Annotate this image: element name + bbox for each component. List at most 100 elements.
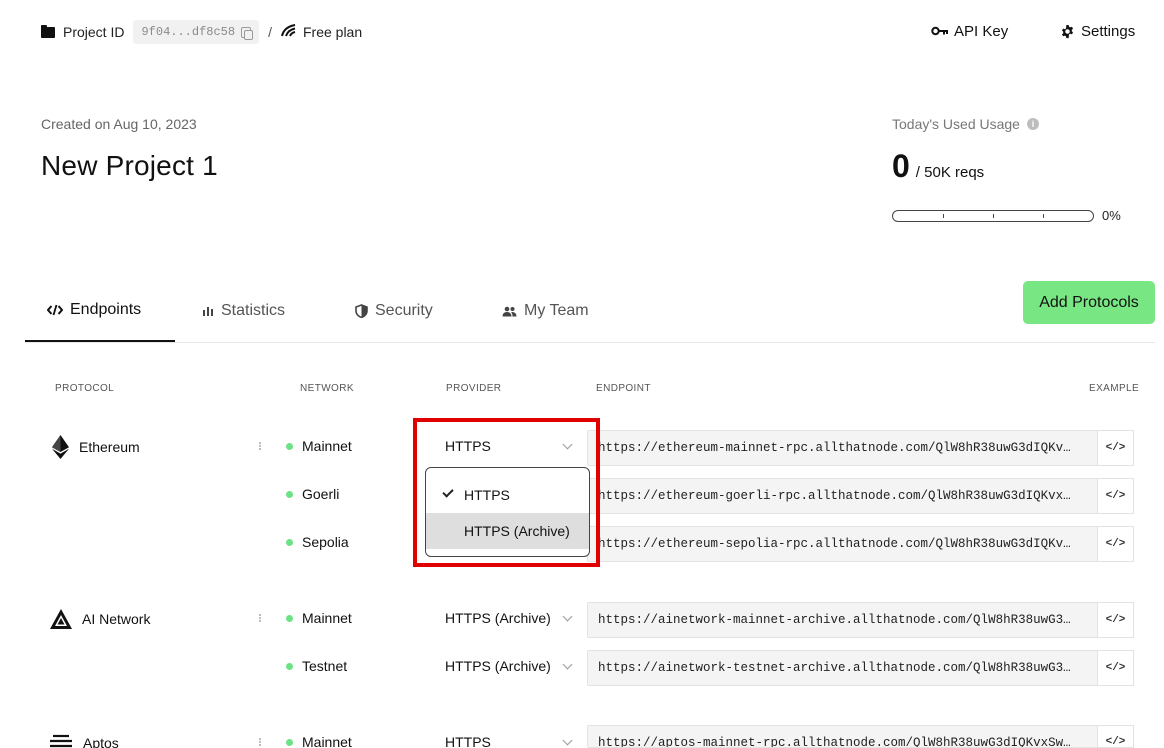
aptos-icon <box>49 733 73 748</box>
provider-value: HTTPS (Archive) <box>445 610 551 626</box>
usage-label-group: Today's Used Usage i <box>892 116 1039 132</box>
option-label: HTTPS <box>464 487 510 503</box>
example-button[interactable]: </> <box>1098 725 1134 748</box>
status-dot <box>286 662 293 670</box>
plan-icon <box>281 24 296 40</box>
status-dot <box>286 442 293 450</box>
breadcrumb-separator: / <box>268 24 272 40</box>
check-icon <box>442 486 454 498</box>
chevron-down-icon <box>562 735 573 745</box>
project-id-value: 9f04...df8c58 <box>141 25 236 39</box>
status-dot <box>286 614 293 622</box>
column-header-provider: PROVIDER <box>446 383 502 394</box>
code-icon <box>47 304 63 316</box>
usage-value: 0 / 50K reqs <box>892 148 984 185</box>
progress-tick <box>1043 214 1044 218</box>
tab-statistics[interactable]: Statistics <box>202 280 285 342</box>
provider-select[interactable]: HTTPS (Archive) <box>445 658 575 674</box>
project-id-chip[interactable]: 9f04...df8c58 <box>133 20 260 44</box>
provider-value: HTTPS <box>445 438 491 454</box>
dropdown-option-https[interactable]: HTTPS <box>426 477 589 513</box>
protocol-name: Ethereum <box>79 439 140 455</box>
plan-label[interactable]: Free plan <box>303 24 362 40</box>
endpoint-url: https://ainetwork-testnet-archive.alltha… <box>598 661 1076 675</box>
network-cell: Goerli <box>286 486 339 502</box>
chevron-down-icon <box>562 439 573 449</box>
usage-progress-bar <box>892 210 1094 222</box>
network-name: Mainnet <box>302 438 352 454</box>
team-icon <box>502 306 517 317</box>
protocol-name: AI Network <box>82 611 151 627</box>
status-dot <box>286 738 293 746</box>
provider-dropdown-menu: HTTPS HTTPS (Archive) <box>425 467 590 557</box>
example-button[interactable]: </> <box>1098 430 1134 466</box>
tab-my-team[interactable]: My Team <box>502 280 589 342</box>
endpoint-field[interactable]: https://ainetwork-mainnet-archive.alltha… <box>587 602 1098 638</box>
ai-network-icon <box>50 609 72 629</box>
network-name: Sepolia <box>302 534 349 550</box>
endpoint-field[interactable]: https://aptos-mainnet-rpc.allthatnode.co… <box>587 725 1098 748</box>
project-id-label: Project ID <box>63 24 125 40</box>
example-button[interactable]: </> <box>1098 602 1134 638</box>
example-button[interactable]: </> <box>1098 478 1134 514</box>
provider-select[interactable]: HTTPS (Archive) <box>445 610 575 626</box>
network-cell: Mainnet <box>286 734 352 748</box>
endpoint-field[interactable]: https://ethereum-sepolia-rpc.allthatnode… <box>587 526 1098 562</box>
status-dot <box>286 538 293 546</box>
tab-label: Security <box>375 302 433 319</box>
protocol-name: Aptos <box>83 735 119 748</box>
progress-tick <box>943 214 944 218</box>
tab-label: My Team <box>524 302 589 319</box>
tab-label: Statistics <box>221 302 286 319</box>
shield-icon <box>355 304 368 318</box>
option-label: HTTPS (Archive) <box>464 523 570 539</box>
network-cell: Mainnet <box>286 610 352 626</box>
example-button[interactable]: </> <box>1098 650 1134 686</box>
top-bar: Project ID 9f04...df8c58 / Free plan API… <box>0 0 1164 64</box>
page-title: New Project 1 <box>41 150 218 181</box>
settings-label: Settings <box>1081 22 1136 40</box>
network-cell: Testnet <box>286 658 347 674</box>
chevron-down-icon <box>562 659 573 669</box>
network-name: Goerli <box>302 486 340 502</box>
info-icon[interactable]: i <box>1026 118 1039 130</box>
key-icon <box>931 26 948 36</box>
tab-security[interactable]: Security <box>355 280 433 342</box>
project-id-group: Project ID 9f04...df8c58 / Free plan <box>41 20 362 44</box>
dropdown-option-https-archive[interactable]: HTTPS (Archive) <box>426 513 589 549</box>
endpoint-field[interactable]: https://ethereum-mainnet-rpc.allthatnode… <box>587 430 1098 466</box>
folder-icon <box>41 24 55 38</box>
settings-button[interactable]: Settings <box>1060 20 1135 42</box>
gear-icon <box>1061 24 1074 38</box>
endpoint-field[interactable]: https://ethereum-goerli-rpc.allthatnode.… <box>587 478 1098 514</box>
endpoint-field[interactable]: https://ainetwork-testnet-archive.alltha… <box>587 650 1098 686</box>
copy-icon[interactable] <box>241 26 254 40</box>
more-options-icon[interactable] <box>259 613 262 623</box>
bar-chart-icon <box>202 306 214 316</box>
chevron-down-icon <box>562 611 573 621</box>
network-cell: Sepolia <box>286 534 349 550</box>
add-protocols-button[interactable]: Add Protocols <box>1023 281 1155 324</box>
more-options-icon[interactable] <box>259 737 262 747</box>
column-header-endpoint: ENDPOINT <box>596 383 651 394</box>
network-name: Mainnet <box>302 734 352 748</box>
network-cell: Mainnet <box>286 438 352 454</box>
tab-endpoints[interactable]: Endpoints <box>25 280 175 342</box>
usage-percent: 0% <box>1102 208 1121 223</box>
more-options-icon[interactable] <box>259 441 262 451</box>
provider-select[interactable]: HTTPS <box>445 734 575 748</box>
column-header-protocol: PROTOCOL <box>55 383 115 394</box>
network-name: Testnet <box>302 658 348 674</box>
api-key-button[interactable]: API Key <box>931 20 1008 42</box>
provider-select[interactable]: HTTPS <box>445 438 575 454</box>
endpoint-url: https://ethereum-mainnet-rpc.allthatnode… <box>598 441 1076 455</box>
protocol-ethereum: Ethereum <box>52 435 140 459</box>
ethereum-icon <box>52 435 69 459</box>
tab-label: Endpoints <box>70 301 142 318</box>
example-button[interactable]: </> <box>1098 526 1134 562</box>
api-key-label: API Key <box>954 22 1009 40</box>
usage-used: 0 <box>892 148 910 184</box>
protocol-aptos: Aptos <box>49 732 119 748</box>
endpoint-url: https://aptos-mainnet-rpc.allthatnode.co… <box>598 736 1076 748</box>
column-header-network: NETWORK <box>300 383 354 394</box>
